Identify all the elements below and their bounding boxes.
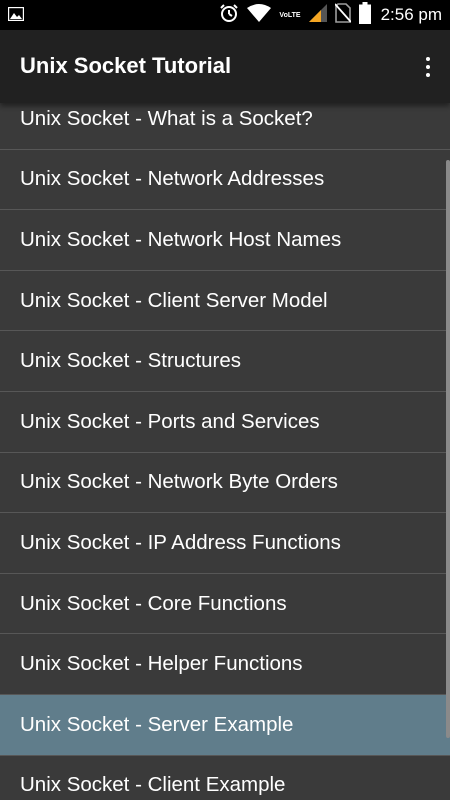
alarm-icon	[219, 3, 239, 28]
signal-icon	[308, 3, 327, 27]
status-time: 2:56 pm	[380, 5, 442, 24]
list-item-label: Unix Socket - Network Byte Orders	[20, 470, 338, 494]
list-item-selected[interactable]: Unix Socket - Server Example	[0, 694, 450, 756]
list-item-label: Unix Socket - What is a Socket?	[20, 106, 313, 130]
status-bar: VoLTE 2:56 pm	[0, 0, 450, 30]
list-item[interactable]: Unix Socket - IP Address Functions	[0, 513, 450, 574]
list-item-label: Unix Socket - Client Example	[20, 773, 286, 797]
battery-icon	[358, 1, 371, 29]
app-title: Unix Socket Tutorial	[20, 53, 232, 78]
app-bar: Unix Socket Tutorial	[0, 30, 450, 103]
scrollbar[interactable]	[446, 160, 450, 738]
no-sim-icon	[333, 2, 352, 28]
list-item[interactable]: Unix Socket - Helper Functions	[0, 634, 450, 695]
overflow-menu-icon[interactable]	[420, 52, 436, 82]
network-label: VoLTE	[279, 11, 301, 19]
list-item[interactable]: Unix Socket - Client Example	[0, 756, 450, 800]
list-item[interactable]: Unix Socket - Client Server Model	[0, 271, 450, 332]
list-item[interactable]: Unix Socket - Network Addresses	[0, 150, 450, 211]
list-item[interactable]: Unix Socket - Network Host Names	[0, 210, 450, 271]
list-item-label: Unix Socket - IP Address Functions	[20, 530, 341, 554]
list-item[interactable]: Unix Socket - Core Functions	[0, 574, 450, 635]
list-item-label: Unix Socket - Ports and Services	[20, 409, 320, 433]
list-item-label: Unix Socket - Core Functions	[20, 591, 287, 615]
list-item-label: Unix Socket - Client Server Model	[20, 288, 328, 312]
list-item[interactable]: Unix Socket - Network Byte Orders	[0, 453, 450, 514]
list-item[interactable]: Unix Socket - Ports and Services	[0, 392, 450, 453]
image-icon	[7, 6, 25, 26]
wifi-icon	[247, 3, 272, 27]
list-item[interactable]: Unix Socket - Structures	[0, 331, 450, 392]
list-item-label: Unix Socket - Helper Functions	[20, 652, 303, 676]
list-item-label: Unix Socket - Structures	[20, 349, 242, 373]
tutorial-list[interactable]: Unix Socket - What is a Socket? Unix Soc…	[0, 89, 450, 800]
list-item-label: Unix Socket - Network Host Names	[20, 227, 342, 251]
list-item-label: Unix Socket - Server Example	[20, 712, 294, 736]
list-item-label: Unix Socket - Network Addresses	[20, 167, 325, 191]
